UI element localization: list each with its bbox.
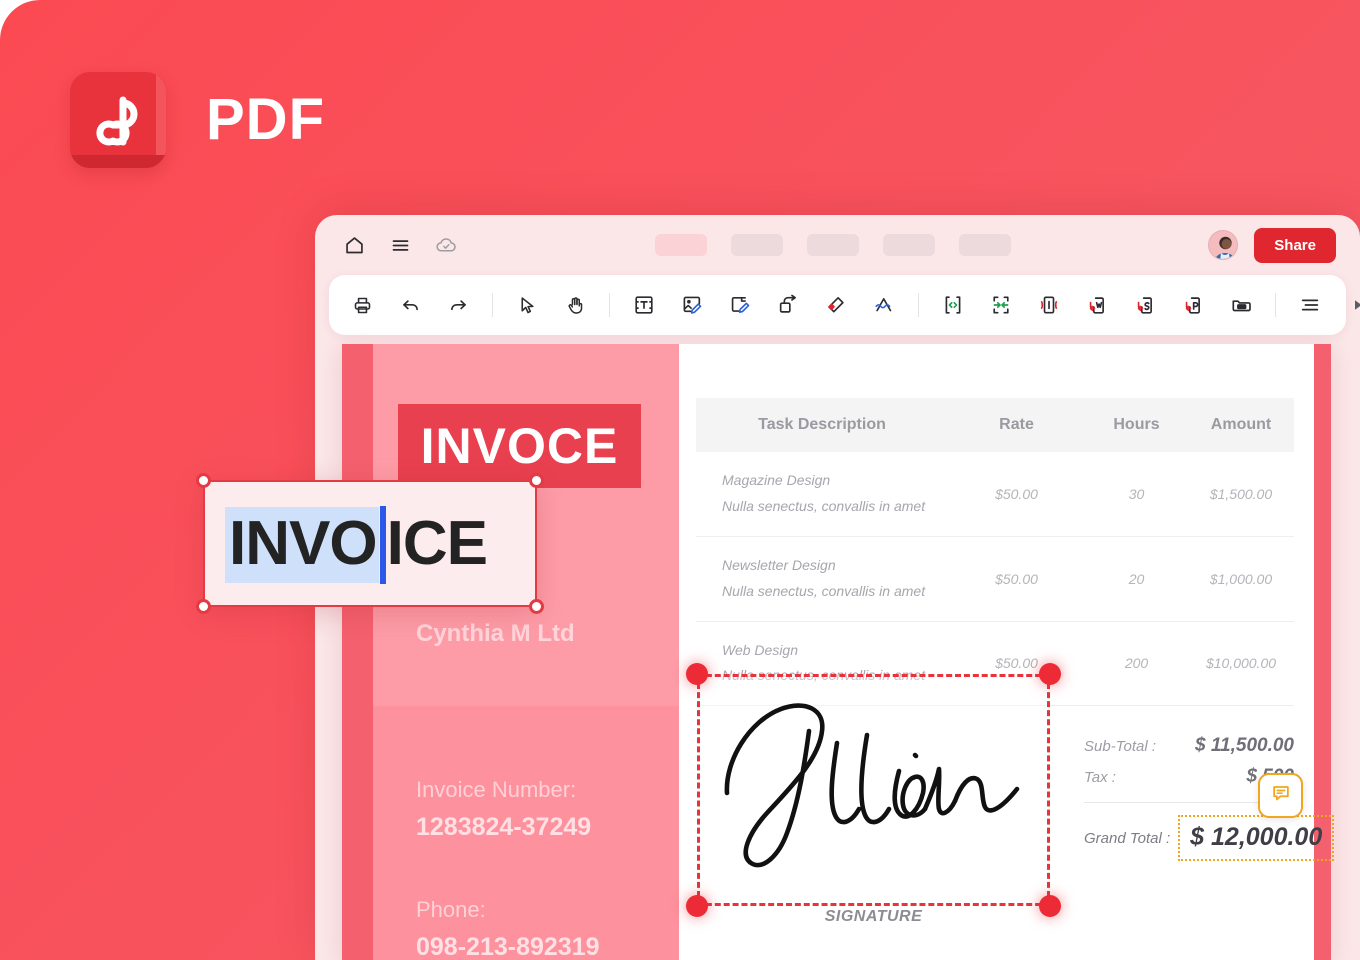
editor-toolbar bbox=[329, 275, 1360, 335]
toolbar-separator bbox=[918, 293, 919, 317]
cell-amount: $1,500.00 bbox=[1188, 452, 1294, 537]
home-icon[interactable] bbox=[337, 228, 371, 262]
invoice-title-text: INVOCE bbox=[420, 418, 619, 474]
pan-hand-icon[interactable] bbox=[558, 288, 592, 322]
signature-selection-box[interactable] bbox=[686, 663, 1061, 917]
merge-pages-icon[interactable] bbox=[984, 288, 1018, 322]
column-header-task-description: Task Description bbox=[696, 398, 948, 452]
task-title: Magazine Design bbox=[722, 472, 831, 488]
cell-rate: $50.00 bbox=[948, 536, 1085, 622]
convert-to-spreadsheet-icon[interactable] bbox=[1128, 288, 1162, 322]
invoice-number-value: 1283824-37249 bbox=[416, 813, 592, 841]
edit-image-icon[interactable] bbox=[675, 288, 709, 322]
compress-pdf-icon[interactable] bbox=[1032, 288, 1066, 322]
toolbar-separator bbox=[492, 293, 493, 317]
title-bar: Share bbox=[315, 215, 1360, 275]
organize-pages-icon[interactable] bbox=[1224, 288, 1258, 322]
logo-glyph bbox=[70, 72, 166, 168]
title-bar-actions: Share bbox=[1208, 227, 1336, 263]
company-name: Cynthia M Ltd bbox=[416, 620, 575, 647]
grand-total-row: Grand Total : $ 12,000.00 bbox=[1084, 815, 1335, 861]
more-tools-chevron-icon[interactable] bbox=[1341, 288, 1360, 322]
table-header-row: Task Description Rate Hours Amount bbox=[696, 398, 1294, 452]
tab-strip bbox=[655, 234, 1011, 256]
edit-handle-top-left[interactable] bbox=[196, 473, 211, 488]
brand-wordmark: PDF bbox=[206, 87, 325, 152]
task-title: Newsletter Design bbox=[722, 556, 836, 573]
grand-total-label: Grand Total : bbox=[1084, 829, 1171, 847]
task-subtitle: Nulla senectus, convallis in amet bbox=[722, 582, 926, 599]
column-header-rate: Rate bbox=[948, 398, 1085, 452]
cell-hours: 30 bbox=[1085, 452, 1188, 537]
subtotal-row: Sub-Total : $ 11,500.00 bbox=[1084, 735, 1294, 757]
edit-page-icon[interactable] bbox=[723, 288, 757, 322]
tab-skeleton-5[interactable] bbox=[959, 234, 1011, 256]
invoice-line-items-table: Task Description Rate Hours Amount Magaz… bbox=[696, 398, 1294, 707]
text-edit-box[interactable]: INVO ICE bbox=[196, 473, 544, 614]
comment-button[interactable] bbox=[1258, 773, 1303, 818]
convert-to-word-icon[interactable] bbox=[1080, 288, 1114, 322]
table-row: Magazine Design Nulla senectus, convalli… bbox=[696, 452, 1294, 537]
cell-amount: $1,000.00 bbox=[1188, 536, 1294, 622]
signature-handle-top-right[interactable] bbox=[1039, 663, 1061, 685]
convert-to-powerpoint-icon[interactable] bbox=[1176, 288, 1210, 322]
cell-rate: $50.00 bbox=[948, 452, 1085, 537]
brand-lockup: PDF bbox=[70, 72, 325, 168]
tab-skeleton-3[interactable] bbox=[807, 234, 859, 256]
cell-amount: $10,000.00 bbox=[1188, 621, 1294, 707]
signature-icon[interactable] bbox=[867, 288, 901, 322]
text-caret bbox=[379, 506, 386, 584]
grand-total-value[interactable]: $ 12,000.00 bbox=[1178, 815, 1335, 861]
tab-skeleton-4[interactable] bbox=[883, 234, 935, 256]
tax-label: Tax : bbox=[1084, 769, 1116, 786]
signature-handle-top-left[interactable] bbox=[686, 663, 708, 685]
cell-task-description: Newsletter Design Nulla senectus, conval… bbox=[696, 536, 948, 622]
tab-skeleton-2[interactable] bbox=[731, 234, 783, 256]
task-title: Web Design bbox=[722, 641, 799, 658]
task-subtitle: Nulla senectus, convallis in amet bbox=[722, 497, 926, 514]
edit-handle-bottom-right[interactable] bbox=[529, 599, 544, 614]
text-align-icon[interactable] bbox=[1293, 288, 1327, 322]
signature-caption: SIGNATURE bbox=[824, 908, 923, 925]
tab-skeleton-1[interactable] bbox=[655, 234, 707, 256]
avatar[interactable] bbox=[1208, 230, 1239, 260]
phone-label: Phone: bbox=[416, 897, 486, 922]
select-cursor-icon[interactable] bbox=[510, 288, 544, 322]
cloud-saved-icon[interactable] bbox=[429, 228, 463, 262]
toolbar-separator bbox=[609, 293, 610, 317]
hamburger-menu-icon[interactable] bbox=[383, 228, 417, 262]
cell-hours: 20 bbox=[1085, 536, 1188, 622]
subtotal-value: $ 11,500.00 bbox=[1195, 735, 1294, 756]
cell-hours: 200 bbox=[1085, 621, 1188, 707]
share-button[interactable]: Share bbox=[1254, 227, 1336, 263]
table-row: Newsletter Design Nulla senectus, conval… bbox=[696, 536, 1294, 622]
redo-icon[interactable] bbox=[441, 288, 475, 322]
pdf-infinity-logo-icon bbox=[70, 72, 166, 168]
invoice-number-label: Invoice Number: bbox=[416, 777, 577, 802]
selected-text: INVO bbox=[225, 507, 379, 583]
invoice-title-block: INVOCE bbox=[398, 404, 641, 488]
add-text-box-icon[interactable] bbox=[627, 288, 661, 322]
undo-icon[interactable] bbox=[393, 288, 427, 322]
column-header-amount: Amount bbox=[1188, 398, 1294, 452]
edit-handle-top-right[interactable] bbox=[529, 473, 544, 488]
phone-value: 098-213-892319 bbox=[416, 933, 600, 960]
subtotal-label: Sub-Total : bbox=[1084, 738, 1156, 755]
invoice-left-stripe bbox=[342, 344, 373, 960]
add-link-icon[interactable] bbox=[771, 288, 805, 322]
comment-bubble-icon bbox=[1270, 782, 1292, 809]
remaining-text: ICE bbox=[386, 509, 488, 578]
column-header-hours: Hours bbox=[1085, 398, 1188, 452]
cell-task-description: Magazine Design Nulla senectus, convalli… bbox=[696, 452, 948, 537]
toolbar-separator bbox=[1275, 293, 1276, 317]
print-icon[interactable] bbox=[345, 288, 379, 322]
eraser-icon[interactable] bbox=[819, 288, 853, 322]
text-edit-content[interactable]: INVO ICE bbox=[225, 506, 489, 584]
split-pages-icon[interactable] bbox=[936, 288, 970, 322]
invoice-right-stripe bbox=[1314, 344, 1331, 960]
signature-artwork bbox=[700, 677, 1047, 903]
edit-handle-bottom-left[interactable] bbox=[196, 599, 211, 614]
